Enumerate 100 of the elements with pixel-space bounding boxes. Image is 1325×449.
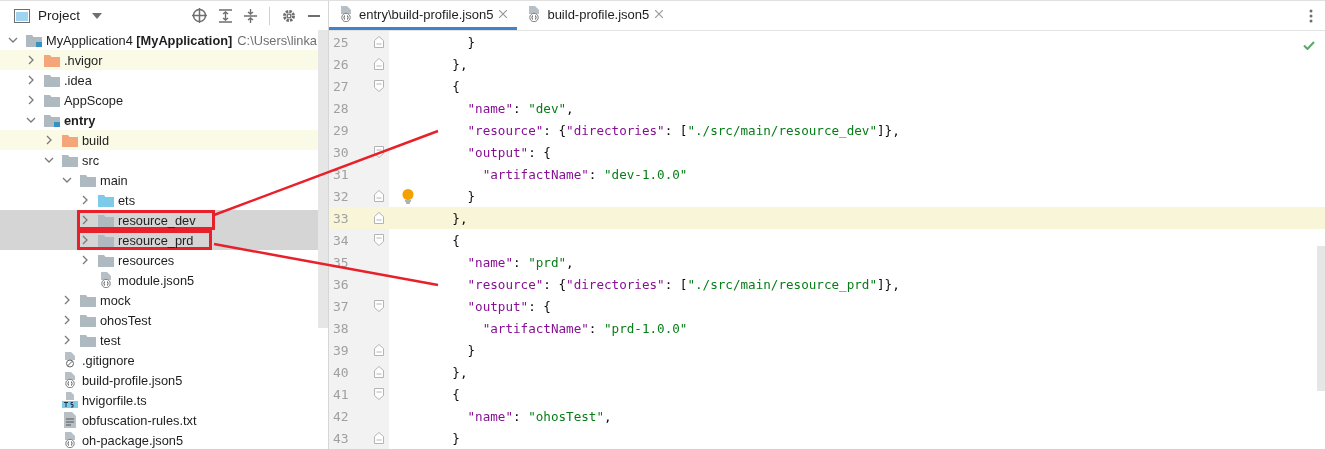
tree-row[interactable]: ets bbox=[0, 190, 318, 210]
tree-row[interactable]: entry bbox=[0, 110, 318, 130]
close-icon[interactable] bbox=[499, 10, 508, 18]
fold-end-icon[interactable] bbox=[374, 36, 384, 48]
module-folder-icon bbox=[26, 33, 42, 47]
panel-title[interactable]: Project bbox=[38, 8, 81, 23]
editor-tab[interactable]: build-profile.json5 bbox=[517, 1, 674, 30]
fold-end-icon[interactable] bbox=[374, 432, 384, 444]
more-options-icon[interactable] bbox=[1309, 8, 1313, 23]
chevron-right-icon[interactable] bbox=[80, 255, 90, 265]
collapse-all-icon[interactable] bbox=[244, 8, 257, 23]
fold-start-icon[interactable] bbox=[374, 80, 384, 92]
settings-icon[interactable] bbox=[282, 8, 296, 23]
line-number: 29 bbox=[332, 122, 350, 138]
line-number: 36 bbox=[332, 276, 350, 292]
code-line: "name": "prd", bbox=[466, 254, 574, 270]
chevron-down-icon[interactable] bbox=[8, 35, 18, 45]
fold-start-icon[interactable] bbox=[374, 388, 384, 400]
code-line: "artifactName": "prd-1.0.0" bbox=[481, 320, 688, 336]
code-line: } bbox=[466, 188, 476, 204]
expand-all-icon[interactable] bbox=[219, 8, 232, 23]
close-icon[interactable] bbox=[655, 10, 664, 18]
tree-row[interactable]: MyApplication4 [MyApplication] C:\Users\linka bbox=[0, 30, 318, 50]
tree-label: test bbox=[100, 332, 121, 348]
fold-end-icon[interactable] bbox=[374, 344, 384, 356]
tree-label: mock bbox=[100, 292, 131, 308]
chevron-right-icon[interactable] bbox=[80, 195, 90, 205]
tree-label: resource_prd bbox=[118, 232, 194, 248]
tree-row[interactable]: .gitignore bbox=[0, 350, 318, 370]
tree-row[interactable]: ohosTest bbox=[0, 310, 318, 330]
tree-label: module.json5 bbox=[118, 272, 195, 288]
folder-icon bbox=[62, 133, 78, 147]
dropdown-caret-icon[interactable] bbox=[92, 12, 103, 19]
line-number: 43 bbox=[332, 430, 350, 446]
chevron-down-icon[interactable] bbox=[26, 115, 36, 125]
typescript-file-icon bbox=[62, 392, 78, 408]
scrollbar[interactable] bbox=[318, 30, 328, 328]
line-number: 31 bbox=[332, 166, 350, 182]
tree-row[interactable]: .idea bbox=[0, 70, 318, 90]
code-line: } bbox=[451, 430, 460, 446]
locate-icon[interactable] bbox=[192, 8, 207, 23]
tree-row[interactable]: main bbox=[0, 170, 318, 190]
code-line: "artifactName": "dev-1.0.0" bbox=[481, 166, 688, 182]
chevron-right-icon[interactable] bbox=[26, 75, 36, 85]
line-number: 41 bbox=[332, 386, 350, 402]
fold-start-icon[interactable] bbox=[374, 234, 384, 246]
minimize-icon[interactable] bbox=[308, 14, 320, 17]
lightbulb-icon[interactable] bbox=[402, 188, 414, 204]
fold-end-icon[interactable] bbox=[374, 58, 384, 70]
chevron-right-icon[interactable] bbox=[62, 315, 72, 325]
code-line: { bbox=[451, 232, 460, 248]
fold-end-icon[interactable] bbox=[374, 190, 384, 202]
fold-end-icon[interactable] bbox=[374, 366, 384, 378]
json-file-icon bbox=[63, 372, 77, 388]
line-number: 27 bbox=[332, 78, 350, 94]
chevron-right-icon[interactable] bbox=[44, 135, 54, 145]
code-line: }, bbox=[451, 56, 468, 72]
tree-row[interactable]: build-profile.json5 bbox=[0, 370, 318, 390]
folder-icon bbox=[62, 153, 78, 167]
tree-row[interactable]: mock bbox=[0, 290, 318, 310]
checkmark-icon bbox=[1303, 41, 1315, 50]
fold-start-icon[interactable] bbox=[374, 146, 384, 158]
tree-row[interactable]: test bbox=[0, 330, 318, 350]
line-number: 40 bbox=[332, 364, 350, 380]
chevron-right-icon[interactable] bbox=[26, 55, 36, 65]
fold-end-icon[interactable] bbox=[374, 212, 384, 224]
chevron-right-icon[interactable] bbox=[80, 235, 90, 245]
tree-row[interactable]: obfuscation-rules.txt bbox=[0, 410, 318, 430]
scrollbar[interactable] bbox=[1317, 246, 1325, 391]
tree-label: src bbox=[82, 152, 100, 168]
tree-row[interactable]: src bbox=[0, 150, 318, 170]
folder-icon bbox=[98, 213, 114, 227]
line-number: 37 bbox=[332, 298, 350, 314]
tree-row[interactable]: AppScope bbox=[0, 90, 318, 110]
chevron-right-icon[interactable] bbox=[62, 335, 72, 345]
tree-row[interactable]: .hvigor bbox=[0, 50, 318, 70]
tree-row[interactable]: resources bbox=[0, 250, 318, 270]
tree-row[interactable]: module.json5 bbox=[0, 270, 318, 290]
folder-icon bbox=[98, 253, 114, 267]
fold-start-icon[interactable] bbox=[374, 300, 384, 312]
tree-label: build bbox=[82, 132, 110, 148]
tree-label: .gitignore bbox=[82, 352, 135, 368]
chevron-right-icon[interactable] bbox=[26, 95, 36, 105]
tree-row[interactable]: build bbox=[0, 130, 318, 150]
tree-row[interactable]: oh-package.json5 bbox=[0, 430, 318, 449]
tree-row[interactable]: hvigorfile.ts bbox=[0, 390, 318, 410]
chevron-right-icon[interactable] bbox=[62, 295, 72, 305]
tree-label: MyApplication4 [MyApplication] bbox=[46, 32, 233, 48]
chevron-down-icon[interactable] bbox=[44, 155, 54, 165]
line-number: 39 bbox=[332, 342, 350, 358]
chevron-down-icon[interactable] bbox=[62, 175, 72, 185]
line-number: 33 bbox=[332, 210, 350, 226]
tree-label: .idea bbox=[64, 72, 92, 88]
tree-row[interactable]: resource_dev bbox=[0, 210, 318, 230]
code-line: }, bbox=[451, 364, 468, 380]
tree-row[interactable]: resource_prd bbox=[0, 230, 318, 250]
project-view-icon bbox=[14, 8, 30, 23]
line-number: 34 bbox=[332, 232, 350, 248]
chevron-right-icon[interactable] bbox=[80, 215, 90, 225]
code-line: "resource": {"directories": ["./src/main/resource_prd"]}, bbox=[466, 276, 900, 292]
